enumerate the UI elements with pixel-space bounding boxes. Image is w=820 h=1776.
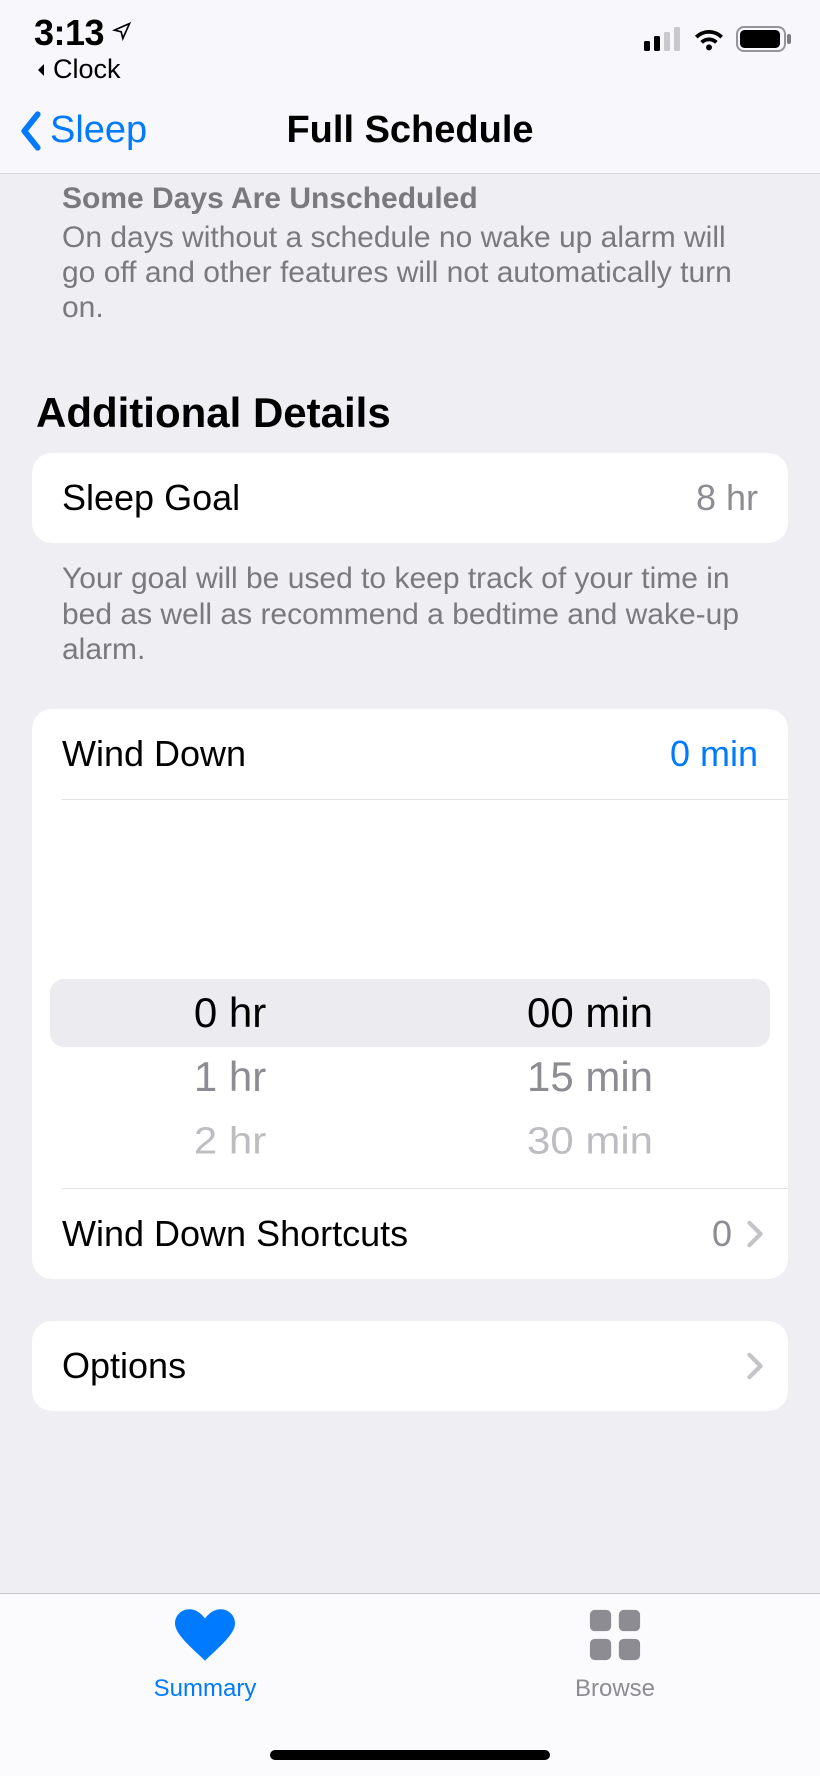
picker-min-1: 15 min bbox=[527, 1056, 653, 1098]
picker-min-2: 30 min bbox=[527, 1123, 653, 1161]
wind-down-shortcuts-row[interactable]: Wind Down Shortcuts 0 bbox=[32, 1189, 788, 1279]
options-card: Options bbox=[32, 1321, 788, 1411]
sleep-goal-card: Sleep Goal 8 hr bbox=[32, 453, 788, 543]
picker-hours-2: 2 hr bbox=[194, 1123, 266, 1161]
breadcrumb-label: Clock bbox=[53, 54, 121, 85]
tab-summary-label: Summary bbox=[154, 1675, 257, 1703]
unscheduled-title: Some Days Are Unscheduled bbox=[62, 182, 758, 216]
picker-hours-1: 1 hr bbox=[194, 1056, 266, 1098]
picker-hours-0: 0 hr bbox=[194, 992, 266, 1034]
picker-mins-col[interactable]: 00 min 15 min 30 min 45 min bbox=[410, 814, 770, 1164]
sleep-goal-row[interactable]: Sleep Goal 8 hr bbox=[32, 453, 788, 543]
sleep-goal-label: Sleep Goal bbox=[62, 477, 240, 519]
wind-down-label: Wind Down bbox=[62, 733, 246, 775]
nav-bar: Sleep Full Schedule bbox=[0, 88, 820, 174]
wind-down-value: 0 min bbox=[670, 733, 758, 775]
wind-down-shortcuts-label: Wind Down Shortcuts bbox=[62, 1213, 408, 1255]
tab-bar: Summary Browse bbox=[0, 1594, 820, 1776]
breadcrumb-back-clock[interactable]: Clock bbox=[34, 54, 132, 85]
location-icon bbox=[112, 21, 132, 46]
section-additional-details: Additional Details bbox=[0, 325, 820, 453]
home-indicator[interactable] bbox=[270, 1750, 550, 1760]
content-area: Some Days Are Unscheduled On days withou… bbox=[0, 174, 820, 1411]
wind-down-row[interactable]: Wind Down 0 min bbox=[32, 709, 788, 799]
sleep-goal-note: Your goal will be used to keep track of … bbox=[0, 543, 820, 667]
sleep-goal-value: 8 hr bbox=[696, 477, 758, 519]
options-label: Options bbox=[62, 1345, 186, 1387]
options-row[interactable]: Options bbox=[32, 1321, 788, 1411]
chevron-right-icon bbox=[746, 1220, 764, 1248]
status-icons bbox=[644, 26, 792, 57]
cellular-icon bbox=[644, 27, 682, 56]
unscheduled-body: On days without a schedule no wake up al… bbox=[62, 220, 758, 325]
picker-min-0: 00 min bbox=[527, 992, 653, 1034]
unscheduled-info: Some Days Are Unscheduled On days withou… bbox=[0, 174, 820, 325]
status-bar: 3:13 Clock bbox=[0, 0, 820, 88]
wind-down-card: Wind Down 0 min 0 hr 1 hr 2 hr 3 hr 00 m… bbox=[32, 709, 788, 1279]
tab-browse-label: Browse bbox=[575, 1675, 655, 1703]
chevron-right-icon bbox=[746, 1352, 764, 1380]
wind-down-shortcuts-count: 0 bbox=[712, 1213, 732, 1255]
grid-icon bbox=[585, 1608, 645, 1669]
picker-hours-col[interactable]: 0 hr 1 hr 2 hr 3 hr bbox=[50, 814, 410, 1164]
status-time: 3:13 bbox=[34, 12, 104, 54]
wifi-icon bbox=[692, 27, 726, 56]
heart-icon bbox=[175, 1608, 235, 1669]
wind-down-picker[interactable]: 0 hr 1 hr 2 hr 3 hr 00 min 15 min 30 min… bbox=[32, 800, 788, 1188]
back-button[interactable]: Sleep bbox=[18, 109, 147, 152]
back-label: Sleep bbox=[50, 109, 147, 152]
battery-icon bbox=[736, 26, 792, 57]
